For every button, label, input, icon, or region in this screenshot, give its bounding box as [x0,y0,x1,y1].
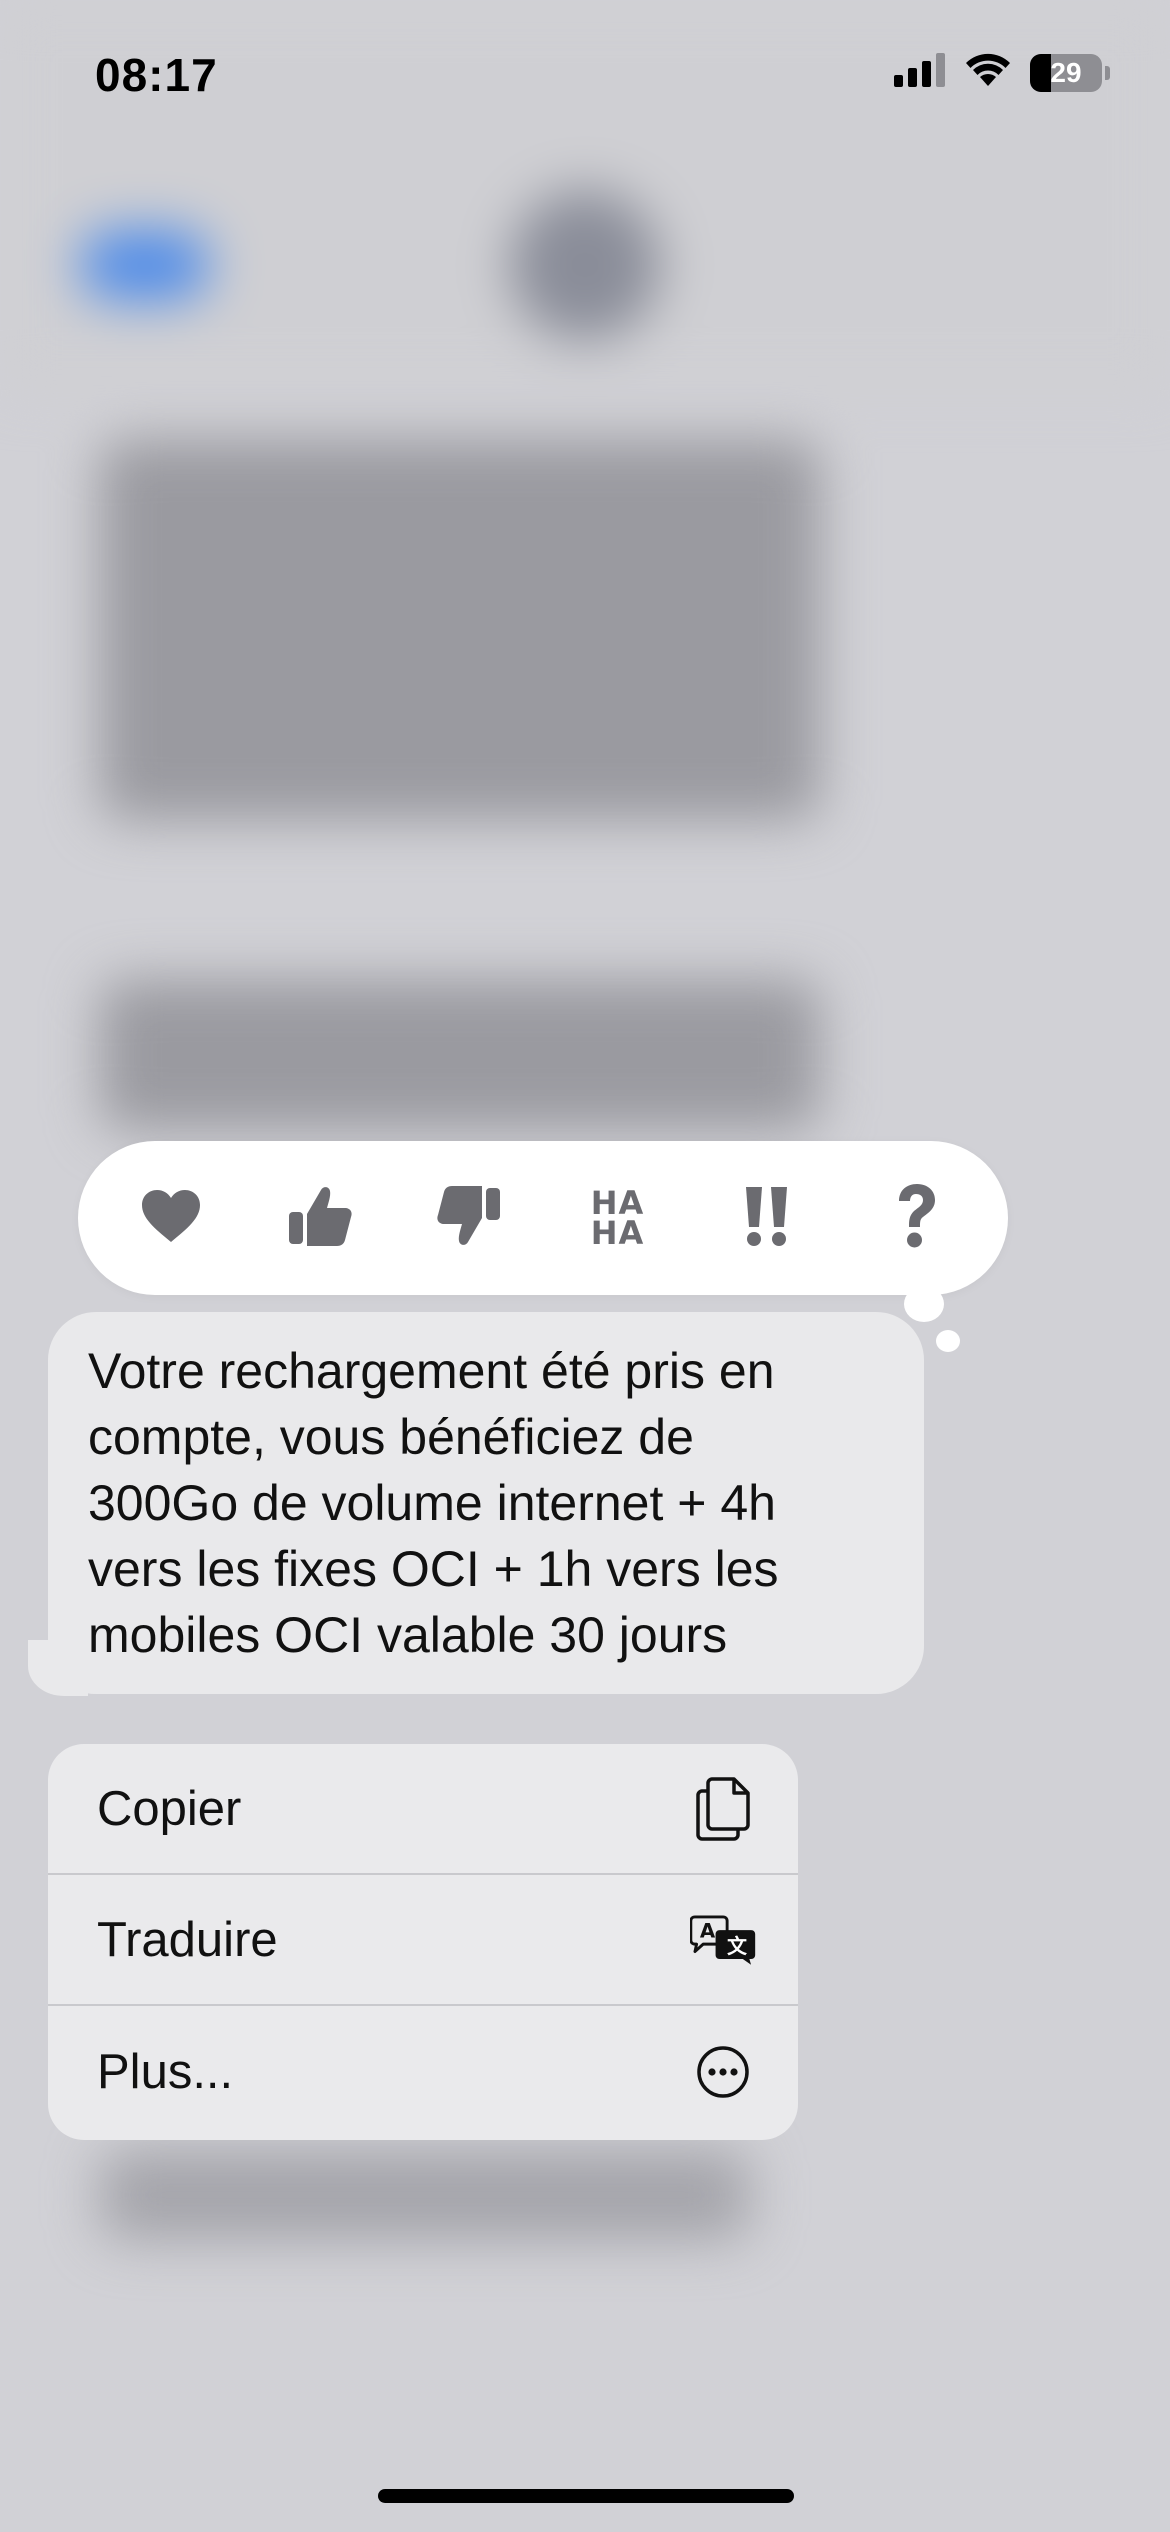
menu-item-label: Copier [97,1781,242,1836]
tapback-bubble-tail-large [904,1286,944,1322]
reaction-emphasize[interactable] [707,1158,827,1278]
reaction-thumbs-down[interactable] [409,1158,529,1278]
menu-item-copy[interactable]: Copier [48,1744,798,1875]
heart-icon [140,1188,202,1249]
reaction-haha[interactable]: HA HA [558,1158,678,1278]
more-ellipsis-icon [690,2039,756,2105]
battery-level [1030,53,1051,92]
thumbs-down-icon [436,1184,502,1253]
message-text-line: compte, vous bénéficiez de [88,1409,694,1465]
menu-item-label: Plus... [97,2044,234,2099]
reaction-heart[interactable] [111,1158,231,1278]
context-menu: Copier Traduire A 文 Plus... [48,1744,798,2140]
message-text-line: 300Go de volume internet + 4h [88,1475,776,1531]
message-text-line: mobiles OCI valable 30 jours [88,1607,728,1663]
blurred-message [100,440,820,820]
message-text-line: vers les fixes OCI + 1h vers les [88,1541,779,1597]
svg-text:文: 文 [727,1935,747,1958]
haha-icon: HA HA [590,1187,645,1252]
tapback-reaction-bar: HA HA [78,1141,1008,1295]
haha-line-2: HA [590,1214,645,1252]
question-mark-icon [893,1181,939,1256]
status-icons: 29 [894,52,1110,93]
blurred-message [100,980,820,1130]
svg-text:A: A [700,1919,716,1942]
blurred-back-button [80,230,210,300]
menu-item-more[interactable]: Plus... [48,2006,798,2137]
blurred-message [100,2150,750,2240]
status-time: 08:17 [95,49,218,101]
reaction-thumbs-up[interactable] [260,1158,380,1278]
menu-item-label: Traduire [97,1912,278,1967]
thumbs-up-icon [287,1184,353,1253]
home-indicator[interactable] [378,2489,794,2503]
reaction-question[interactable] [856,1158,976,1278]
status-bar: 08:17 29 [0,0,1170,140]
message-text-line: Votre rechargement été pris en [88,1343,775,1399]
cellular-signal-icon [894,53,946,92]
menu-item-translate[interactable]: Traduire A 文 [48,1875,798,2006]
battery-percentage: 29 [1050,56,1082,88]
battery-icon: 29 [1030,53,1110,92]
wifi-icon [964,52,1012,93]
blurred-contact-avatar [510,190,660,340]
copy-icon [690,1776,756,1842]
translate-icon: A 文 [690,1907,756,1973]
double-exclamation-icon [742,1183,792,1254]
tapback-bubble-tail-small [936,1330,960,1352]
message-bubble[interactable]: Votre rechargement été pris en compte, v… [48,1312,924,1694]
